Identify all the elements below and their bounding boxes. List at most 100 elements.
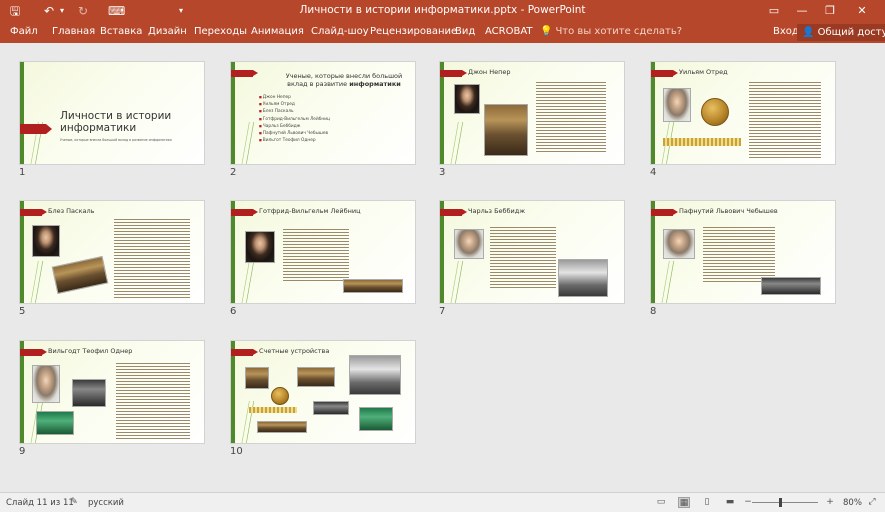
slide-10-title: Счетные устройства <box>259 347 330 355</box>
slide-2-list: Джон Непер Уильям Отред Блез Паскаль Гот… <box>259 94 330 144</box>
share-button[interactable]: 👤 Общий доступ <box>797 24 885 41</box>
slide-number: 5 <box>19 306 26 317</box>
slide-flag <box>20 124 52 134</box>
slide-thumbnail-7[interactable]: Чарльз Беббидж 7 <box>439 200 625 322</box>
share-label: Общий доступ <box>817 27 885 38</box>
slide-flag <box>20 209 47 216</box>
slide-2-canvas[interactable]: Ученые, которые внесли большой вклад в р… <box>230 61 416 165</box>
napier-portrait-image <box>454 84 480 114</box>
slide-flag <box>231 70 258 77</box>
slide-3-canvas[interactable]: Джон Непер <box>439 61 625 165</box>
title-bar: 🖫 ↶ ▾ ↻ ⌨ ▾ Личности в истории информати… <box>0 0 885 22</box>
slide-thumbnail-4[interactable]: Уильям Отред 4 <box>650 61 836 183</box>
difference-engine-image <box>349 355 401 395</box>
babbage-portrait-image <box>454 229 484 259</box>
slide-flag <box>231 209 258 216</box>
slide-4-canvas[interactable]: Уильям Отред <box>650 61 836 165</box>
slide-9-canvas[interactable]: Вильгодт Теофил Однер <box>19 340 205 444</box>
list-item: Джон Непер <box>259 94 330 101</box>
tab-home[interactable]: Главная <box>52 26 95 37</box>
slide-flag <box>440 70 467 77</box>
slide-flag <box>651 70 678 77</box>
slide-number: 2 <box>230 167 237 178</box>
slide-7-body-text <box>490 227 556 289</box>
slide-8-canvas[interactable]: Пафнутий Львович Чебышев <box>650 200 836 304</box>
tab-file[interactable]: Файл <box>10 26 38 37</box>
slide-thumbnail-5[interactable]: Блез Паскаль 5 <box>19 200 205 322</box>
zoom-slider-track[interactable] <box>752 502 818 503</box>
tab-design[interactable]: Дизайн <box>148 26 187 37</box>
grass-decoration <box>657 261 679 303</box>
language-label[interactable]: русский <box>88 498 124 508</box>
reading-view-icon[interactable]: ▯ <box>701 497 713 508</box>
slide-5-canvas[interactable]: Блез Паскаль <box>19 200 205 304</box>
slide-7-title: Чарльз Беббидж <box>468 207 526 215</box>
pascaline-image <box>297 367 335 387</box>
slide-flag <box>651 209 678 216</box>
tab-animations[interactable]: Анимация <box>251 26 304 37</box>
tab-insert[interactable]: Вставка <box>100 26 142 37</box>
napier-bones-image <box>484 104 528 156</box>
slide-flag <box>20 349 47 356</box>
slide-7-canvas[interactable]: Чарльз Беббидж <box>439 200 625 304</box>
slide-4-body-text <box>749 82 821 158</box>
tab-acrobat[interactable]: ACROBAT <box>485 26 533 37</box>
oughtred-portrait-image <box>663 88 691 122</box>
slide-thumbnail-2[interactable]: Ученые, которые внесли большой вклад в р… <box>230 61 416 183</box>
tab-review[interactable]: Рецензирование <box>370 26 457 37</box>
spellcheck-icon[interactable]: ✎ <box>68 497 80 508</box>
status-bar: Слайд 11 из 11 ✎ русский ▭ ▦ ▯ ▬ − + 80%… <box>0 492 885 512</box>
slide-thumbnail-8[interactable]: Пафнутий Львович Чебышев 8 <box>650 200 836 322</box>
zoom-level[interactable]: 80% <box>843 498 862 508</box>
slide-sorter-view-icon[interactable]: ▦ <box>678 497 690 508</box>
slide-thumbnail-9[interactable]: Вильгодт Теофил Однер 9 <box>19 340 205 462</box>
slide-5-title: Блез Паскаль <box>48 207 95 215</box>
tell-me-text: Что вы хотите сделать? <box>555 26 683 37</box>
minimize-icon[interactable]: — <box>792 3 812 19</box>
slide-6-canvas[interactable]: Готфрид-Вильгельм Лейбниц <box>230 200 416 304</box>
slide-4-title: Уильям Отред <box>679 68 728 76</box>
difference-engine-image <box>558 259 608 297</box>
chebyshev-portrait-image <box>663 229 695 259</box>
slide-8-title: Пафнутий Львович Чебышев <box>679 207 778 215</box>
sign-in-link[interactable]: Вход <box>773 26 799 37</box>
restore-icon[interactable]: ❐ <box>820 3 840 19</box>
tab-transitions[interactable]: Переходы <box>194 26 247 37</box>
zoom-in-button[interactable]: + <box>824 497 836 508</box>
slide-number: 10 <box>230 446 243 457</box>
normal-view-icon[interactable]: ▭ <box>655 497 667 508</box>
slide-number: 9 <box>19 446 26 457</box>
slide-number: 6 <box>230 306 237 317</box>
fit-to-window-icon[interactable]: ⤢ <box>866 497 878 508</box>
slide-accent-bar <box>20 62 24 164</box>
ribbon-display-options-icon[interactable]: ▭ <box>764 3 784 19</box>
slide-thumbnail-1[interactable]: Личности в истории информатики Ученые, к… <box>19 61 205 183</box>
slide-10-canvas[interactable]: Счетные устройства <box>230 340 416 444</box>
slide-accent-bar <box>651 62 655 164</box>
grass-decoration <box>446 261 468 303</box>
tab-slideshow[interactable]: Слайд-шоу <box>311 26 369 37</box>
slide-8-body-text <box>703 227 775 283</box>
leibniz-calculator-image <box>343 279 403 293</box>
slide-number: 1 <box>19 167 26 178</box>
pascal-portrait-image <box>32 225 60 257</box>
zoom-slider-thumb[interactable] <box>779 498 782 507</box>
lightbulb-icon: 💡 <box>540 26 553 37</box>
ribbon-tabs: Файл Главная Вставка Дизайн Переходы Ани… <box>0 22 885 43</box>
grass-decoration <box>446 122 468 164</box>
tell-me-box[interactable]: 💡 Что вы хотите сделать? <box>540 26 682 37</box>
slide-thumbnail-6[interactable]: Готфрид-Вильгельм Лейбниц 6 <box>230 200 416 322</box>
slideshow-view-icon[interactable]: ▬ <box>724 497 736 508</box>
list-item: Вильгот Теофил Однер <box>259 137 330 144</box>
slide-accent-bar <box>20 201 24 303</box>
slide-6-title: Готфрид-Вильгельм Лейбниц <box>259 207 361 215</box>
felix-arithmometer-image <box>359 407 393 431</box>
leibniz-portrait-image <box>245 231 275 263</box>
tab-view[interactable]: Вид <box>455 26 475 37</box>
slide-thumbnail-10[interactable]: Счетные устройства 10 <box>230 340 416 462</box>
close-icon[interactable]: ✕ <box>852 3 872 19</box>
slide-thumbnail-3[interactable]: Джон Непер 3 <box>439 61 625 183</box>
slide-1-canvas[interactable]: Личности в истории информатики Ученые, к… <box>19 61 205 165</box>
person-icon: 👤 <box>802 27 818 38</box>
slide-3-body-text <box>536 82 606 154</box>
